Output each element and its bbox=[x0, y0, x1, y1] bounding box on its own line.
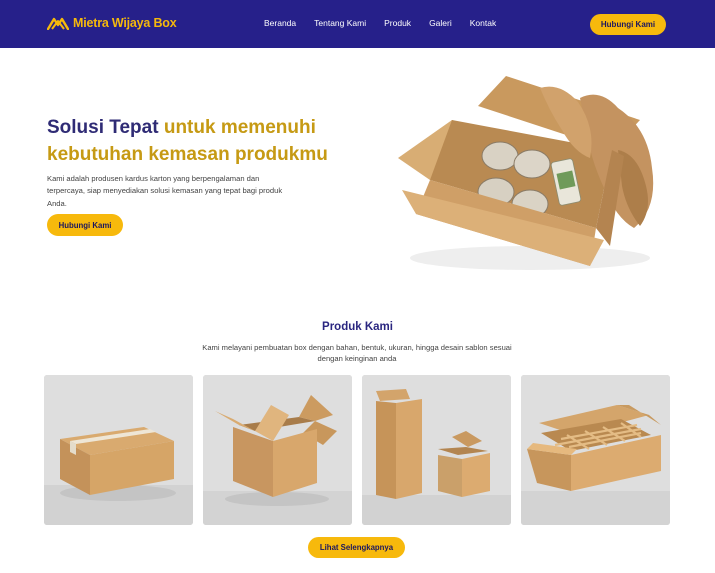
brand-logo[interactable]: Mietra Wijaya Box bbox=[47, 16, 177, 30]
product-card-open-box[interactable] bbox=[203, 375, 352, 525]
nav-links: Beranda Tentang Kami Produk Galeri Konta… bbox=[264, 18, 514, 28]
product-card-closed-box[interactable] bbox=[44, 375, 193, 525]
hero-title: Solusi Tepat untuk memenuhi kebutuhan ke… bbox=[47, 114, 367, 168]
nav-link-produk[interactable]: Produk bbox=[384, 18, 411, 28]
hero-description: Kami adalah produsen kardus karton yang … bbox=[47, 174, 283, 208]
nav-link-beranda[interactable]: Beranda bbox=[264, 18, 296, 28]
hero-title-highlight: Solusi Tepat bbox=[47, 117, 159, 138]
products-section-title: Produk Kami bbox=[322, 321, 393, 333]
nav-link-kontak[interactable]: Kontak bbox=[470, 18, 496, 28]
product-card-tall-box[interactable] bbox=[362, 375, 511, 525]
product-card-divider-box[interactable] bbox=[521, 375, 670, 525]
see-more-button[interactable]: Lihat Selengkapnya bbox=[308, 537, 405, 558]
tall-box-image bbox=[362, 375, 511, 525]
nav-link-galeri[interactable]: Galeri bbox=[429, 18, 452, 28]
products-section-subtitle: Kami melayani pembuatan box dengan bahan… bbox=[202, 343, 512, 363]
open-box-image bbox=[203, 375, 352, 525]
closed-box-image bbox=[44, 375, 193, 525]
nav-link-tentang-kami[interactable]: Tentang Kami bbox=[314, 18, 366, 28]
hero-contact-button[interactable]: Hubungi Kami bbox=[47, 214, 123, 236]
divider-box-image bbox=[521, 375, 670, 525]
hero-box-image bbox=[398, 76, 654, 270]
brand-name: Mietra Wijaya Box bbox=[73, 16, 177, 30]
mountain-logo-icon bbox=[47, 17, 69, 30]
nav-contact-button[interactable]: Hubungi Kami bbox=[590, 14, 666, 35]
top-navbar: Mietra Wijaya Box Beranda Tentang Kami P… bbox=[0, 0, 715, 48]
